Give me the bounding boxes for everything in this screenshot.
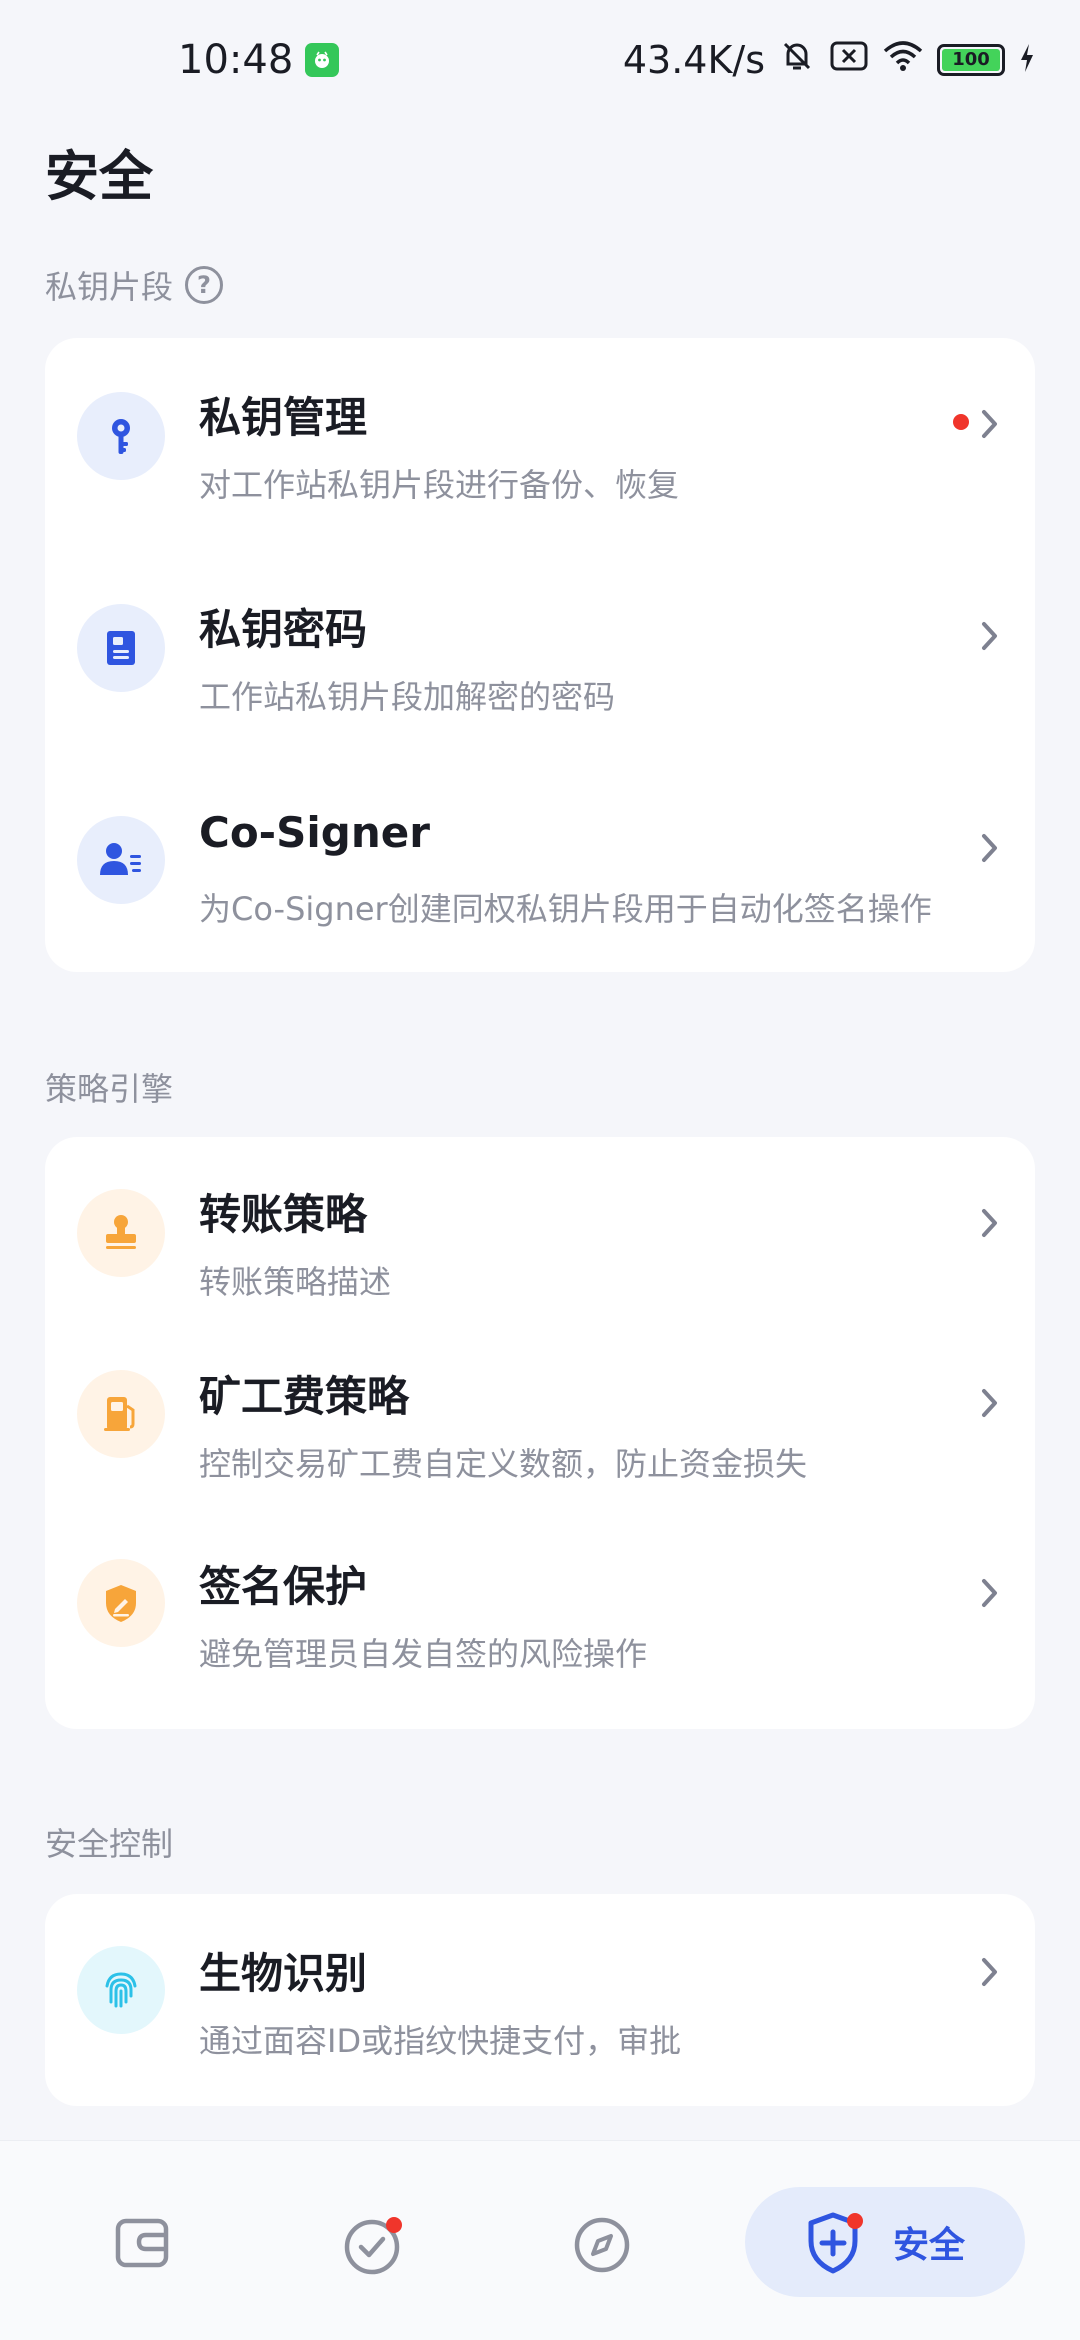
section-title-private-key: 私钥片段 ? (45, 262, 224, 308)
policy-card: 转账策略 转账策略描述 矿工费策略 控制交易矿工费自定义数额，防止资金损失 签名… (45, 1137, 1035, 1729)
wallet-icon (115, 2218, 169, 2268)
mute-bell-icon (779, 38, 815, 83)
notification-app-icon (305, 43, 340, 77)
status-bar: 10:48 43.4K/s 100 (0, 0, 1080, 120)
battery-icon: 100 (937, 44, 1005, 76)
charging-icon (1019, 38, 1035, 82)
chevron-right-icon (982, 834, 997, 862)
row-signature-protection[interactable]: 签名保护 避免管理员自发自签的风险操作 (45, 1517, 1035, 1729)
chevron-right-icon (982, 410, 997, 438)
fingerprint-icon (77, 1946, 165, 2034)
key-icon (77, 392, 165, 480)
row-private-key-password[interactable]: 私钥密码 工作站私钥片段加解密的密码 (45, 550, 1035, 762)
nav-security[interactable]: 安全 (745, 2187, 1025, 2297)
row-biometrics[interactable]: 生物识别 通过面容ID或指纹快捷支付，审批 (45, 1894, 1035, 2106)
approval-check-icon (344, 2217, 402, 2275)
row-co-signer[interactable]: Co-Signer 为Co-Signer创建同权私钥片段用于自动化签名操作 (45, 762, 1035, 974)
notification-dot (846, 2213, 863, 2229)
nav-security-label: 安全 (892, 2225, 965, 2266)
compass-icon (574, 2217, 630, 2273)
stamp-icon (77, 1189, 165, 1277)
help-icon[interactable]: ? (185, 266, 224, 304)
password-book-icon (77, 604, 165, 692)
row-private-key-management[interactable]: 私钥管理 对工作站私钥片段进行备份、恢复 (45, 338, 1035, 550)
chevron-right-icon (982, 1209, 997, 1237)
wifi-icon (883, 38, 923, 82)
notification-dot (386, 2217, 402, 2233)
chevron-right-icon (982, 1958, 997, 1986)
co-signer-user-icon (77, 816, 165, 904)
section-title-security-control: 安全控制 (45, 1825, 174, 1863)
bottom-navigation: 安全 (0, 2140, 1080, 2340)
chevron-right-icon (982, 1389, 997, 1417)
network-speed: 43.4K/s (622, 38, 765, 82)
nav-approval[interactable] (342, 2213, 408, 2279)
security-shield-icon (808, 2212, 863, 2274)
sim-off-icon (829, 38, 869, 82)
chevron-right-icon (982, 622, 997, 650)
private-key-card: 私钥管理 对工作站私钥片段进行备份、恢复 私钥密码 工作站私钥片段加解密的密码 … (45, 338, 1035, 972)
chevron-right-icon (982, 1579, 997, 1607)
row-miner-fee-policy[interactable]: 矿工费策略 控制交易矿工费自定义数额，防止资金损失 (45, 1327, 1035, 1517)
status-time: 10:48 (178, 37, 294, 83)
nav-discover[interactable] (572, 2213, 632, 2273)
security-control-card: 生物识别 通过面容ID或指纹快捷支付，审批 (45, 1894, 1035, 2106)
row-transfer-policy[interactable]: 转账策略 转账策略描述 (45, 1137, 1035, 1327)
page-title: 安全 (45, 145, 153, 208)
nav-wallet[interactable] (112, 2213, 172, 2273)
shield-pen-icon (77, 1559, 165, 1647)
fuel-pump-icon (77, 1370, 165, 1458)
section-title-policy: 策略引擎 (45, 1070, 174, 1108)
unread-dot (953, 414, 969, 430)
